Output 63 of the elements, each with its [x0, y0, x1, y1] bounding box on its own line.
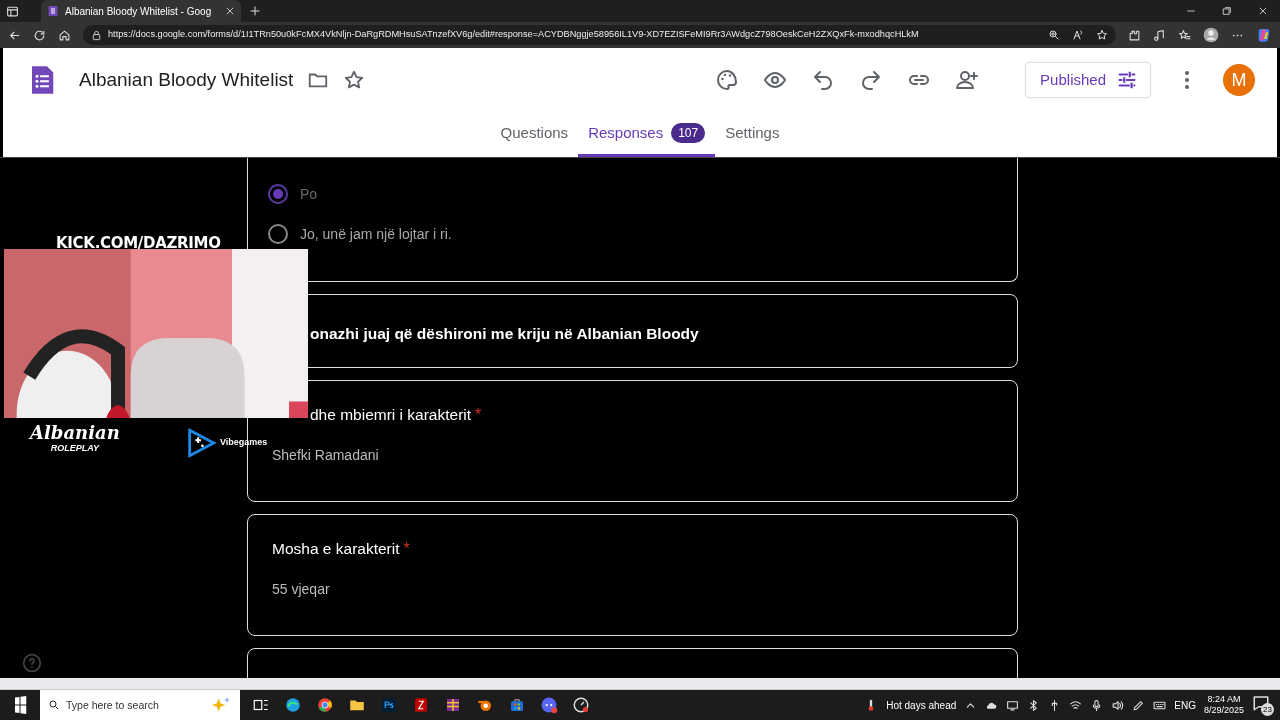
pen-icon[interactable] [1132, 698, 1146, 712]
browser-tab[interactable]: Albanian Bloody Whitelist - Goog [41, 0, 241, 22]
logo-caption: ROLEPLAY [50, 442, 100, 455]
answer-text: 55 vjeqar [272, 580, 330, 599]
response-count: 107 [671, 123, 706, 143]
close-icon[interactable] [1258, 6, 1268, 16]
channel-caption: KICK.COM/DAZRIMO [56, 236, 221, 251]
copilot-icon[interactable] [1256, 27, 1272, 43]
reload-icon[interactable] [33, 28, 46, 42]
required-mark: * [475, 405, 482, 425]
taskbar-search-field[interactable]: Type here to search [40, 690, 240, 720]
close-icon[interactable] [225, 6, 235, 16]
store-icon[interactable] [508, 696, 526, 714]
chat-app-icon[interactable] [540, 696, 558, 714]
extensions-icon[interactable] [1128, 28, 1141, 42]
form-tab[interactable]: Settings [715, 112, 790, 157]
section-title: onazhi juaj që dëshironi me kriju në Albanian Bloody [309, 324, 699, 344]
speaker-icon[interactable] [1111, 698, 1125, 712]
address-bar[interactable]: https://docs.google.com/forms/d/1I1TRn50u0kFcMX4VkNljn-DaRgRDMHsuSATnzefXV6g/edit#response=ACYDBNggje58956IL1V9-XD7EZISFeMI9Rr3AWdgcZ798OeskCeH2ZXQxFk-mxodhqcHLkM [83, 25, 1116, 45]
monitor-icon[interactable] [1006, 698, 1020, 712]
archive-icon[interactable] [444, 696, 462, 714]
search-icon [48, 699, 60, 711]
lock-icon [91, 29, 102, 41]
notification-count: 23 [1261, 703, 1274, 716]
weather-text[interactable]: Hot days ahead [886, 697, 957, 713]
photo-editor-icon[interactable] [380, 696, 398, 714]
add-person-icon[interactable] [955, 68, 980, 92]
file-transfer-icon[interactable] [412, 696, 430, 714]
language-indicator[interactable]: ENG [1174, 697, 1196, 713]
zoom-icon[interactable] [1048, 29, 1060, 41]
restore-icon[interactable] [1222, 6, 1232, 16]
gauge-icon[interactable] [572, 696, 590, 714]
option-label: Po [300, 184, 318, 204]
wifi-icon[interactable] [1069, 698, 1083, 712]
option-label: Jo, unë jam një lojtar i ri. [300, 224, 452, 244]
browser-icon[interactable] [284, 696, 302, 714]
logo-script-text: Albanian [30, 424, 120, 442]
question-title: dhe mbiemri i karakterit [309, 405, 472, 425]
star-icon[interactable] [343, 69, 366, 91]
forms-icon [47, 5, 59, 17]
radio-button[interactable] [268, 184, 288, 204]
read-aloud-icon[interactable] [1072, 29, 1084, 41]
notification-icon[interactable] [1252, 694, 1270, 712]
palette-icon[interactable] [715, 68, 740, 92]
publish-button[interactable]: Published [1025, 62, 1151, 98]
home-icon[interactable] [58, 28, 71, 42]
form-tab[interactable]: Questions [490, 112, 579, 157]
tab-actions-icon[interactable] [6, 4, 19, 18]
clock-time[interactable]: 8:24 AM [1207, 694, 1241, 705]
media-icon[interactable] [1153, 28, 1166, 42]
chrome-icon[interactable] [316, 696, 334, 714]
profile-icon[interactable] [1203, 27, 1219, 43]
favorites-icon[interactable] [1178, 28, 1191, 42]
radio-button[interactable] [268, 224, 288, 244]
new-tab-icon[interactable] [249, 5, 261, 17]
question-title: Mosha e karakterit [272, 539, 400, 559]
clock-date[interactable]: 8/29/2025 [1203, 705, 1244, 716]
form-tab[interactable]: Responses 107 [578, 112, 716, 157]
required-mark: * [403, 539, 410, 559]
answer-text: Shefki Ramadani [272, 446, 379, 465]
sliders-icon [1116, 69, 1138, 91]
form-title[interactable]: Albanian Bloody Whitelist [79, 65, 294, 95]
star-icon[interactable] [1096, 29, 1108, 41]
